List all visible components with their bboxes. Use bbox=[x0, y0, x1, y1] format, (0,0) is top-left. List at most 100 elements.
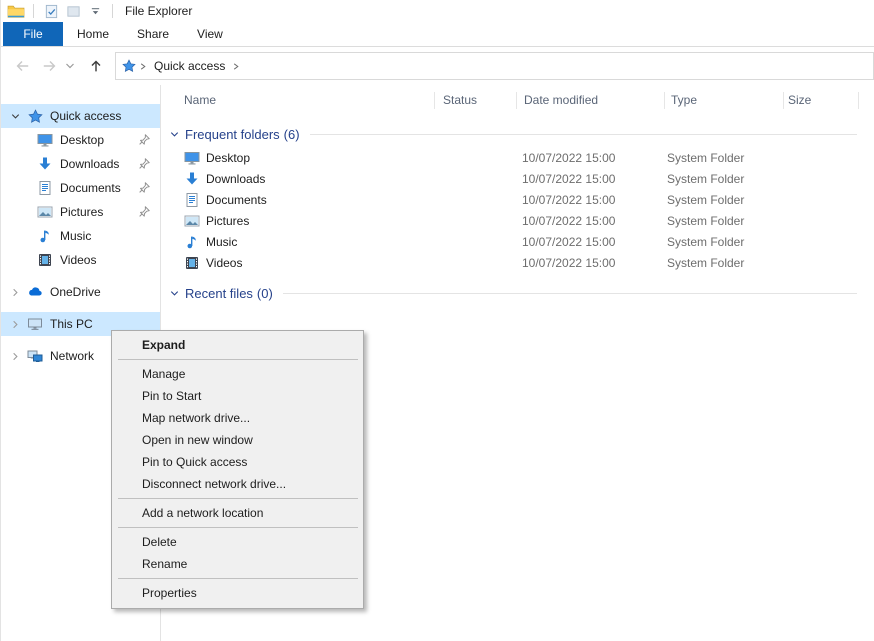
onedrive-icon bbox=[27, 284, 43, 300]
file-type: System Folder bbox=[667, 214, 744, 228]
forward-icon[interactable] bbox=[39, 58, 61, 74]
menu-item-expand[interactable]: Expand bbox=[112, 334, 363, 356]
file-name: Documents bbox=[206, 193, 267, 207]
up-icon[interactable] bbox=[85, 58, 107, 74]
file-row-videos[interactable]: Videos 10/07/2022 15:00 System Folder bbox=[162, 253, 874, 274]
pictures-icon bbox=[184, 213, 200, 229]
chevron-down-icon[interactable] bbox=[169, 129, 180, 140]
pin-icon bbox=[137, 181, 151, 195]
sidebar-item-desktop[interactable]: Desktop bbox=[1, 128, 160, 152]
sidebar-item-label: OneDrive bbox=[50, 285, 101, 299]
properties-icon[interactable] bbox=[42, 2, 60, 20]
column-header-status[interactable]: Status bbox=[443, 93, 477, 107]
file-name: Videos bbox=[206, 256, 242, 270]
menu-item-pin-to-start[interactable]: Pin to Start bbox=[112, 385, 363, 407]
group-header-line bbox=[310, 134, 857, 135]
sidebar-item-videos[interactable]: Videos bbox=[1, 248, 160, 272]
file-type: System Folder bbox=[667, 235, 744, 249]
group-count: (0) bbox=[257, 286, 273, 301]
column-header-date-modified[interactable]: Date modified bbox=[524, 93, 598, 107]
documents-icon bbox=[37, 180, 53, 196]
menu-item-open-in-new-window[interactable]: Open in new window bbox=[112, 429, 363, 451]
column-divider[interactable] bbox=[858, 92, 859, 109]
folder-logo-icon bbox=[7, 2, 25, 20]
sidebar-item-label: Desktop bbox=[60, 133, 104, 147]
sidebar-item-music[interactable]: Music bbox=[1, 224, 160, 248]
column-header-size[interactable]: Size bbox=[788, 93, 811, 107]
new-folder-icon[interactable] bbox=[64, 2, 82, 20]
column-divider[interactable] bbox=[434, 92, 435, 109]
file-date-modified: 10/07/2022 15:00 bbox=[522, 235, 615, 249]
quick-access-star-icon bbox=[27, 108, 43, 124]
chevron-down-icon[interactable] bbox=[169, 288, 180, 299]
chevron-down-icon[interactable] bbox=[8, 111, 22, 122]
sidebar-item-label: Music bbox=[60, 229, 91, 243]
column-divider[interactable] bbox=[664, 92, 665, 109]
chevron-right-icon[interactable] bbox=[8, 319, 22, 330]
menu-separator bbox=[118, 498, 358, 499]
menu-item-rename[interactable]: Rename bbox=[112, 553, 363, 575]
sidebar-item-label: Network bbox=[50, 349, 94, 363]
column-divider[interactable] bbox=[516, 92, 517, 109]
menu-separator bbox=[118, 359, 358, 360]
menu-item-manage[interactable]: Manage bbox=[112, 363, 363, 385]
sidebar-item-documents[interactable]: Documents bbox=[1, 176, 160, 200]
group-header-frequent-folders[interactable]: Frequent folders (6) bbox=[169, 123, 857, 145]
group-title: Frequent folders bbox=[185, 127, 280, 142]
chevron-right-icon[interactable] bbox=[8, 287, 22, 298]
breadcrumb-chevron-icon[interactable] bbox=[139, 62, 147, 71]
file-type: System Folder bbox=[667, 193, 744, 207]
breadcrumb-location[interactable]: Quick access bbox=[154, 59, 225, 73]
menu-item-properties[interactable]: Properties bbox=[112, 582, 363, 604]
menu-item-pin-to-quick-access[interactable]: Pin to Quick access bbox=[112, 451, 363, 473]
group-header-line bbox=[283, 293, 857, 294]
column-header-type[interactable]: Type bbox=[671, 93, 697, 107]
file-row-downloads[interactable]: Downloads 10/07/2022 15:00 System Folder bbox=[162, 169, 874, 190]
file-row-pictures[interactable]: Pictures 10/07/2022 15:00 System Folder bbox=[162, 211, 874, 232]
menu-item-add-a-network-location[interactable]: Add a network location bbox=[112, 502, 363, 524]
customize-qat-arrow-icon[interactable] bbox=[86, 2, 104, 20]
file-type: System Folder bbox=[667, 172, 744, 186]
file-date-modified: 10/07/2022 15:00 bbox=[522, 214, 615, 228]
network-icon bbox=[27, 348, 43, 364]
pin-icon bbox=[137, 157, 151, 171]
file-row-desktop[interactable]: Desktop 10/07/2022 15:00 System Folder bbox=[162, 148, 874, 169]
column-header-name[interactable]: Name bbox=[184, 93, 216, 107]
sidebar-item-pictures[interactable]: Pictures bbox=[1, 200, 160, 224]
breadcrumb-chevron-icon[interactable] bbox=[232, 62, 240, 71]
sidebar-item-label: This PC bbox=[50, 317, 93, 331]
music-icon bbox=[184, 234, 200, 250]
music-icon bbox=[37, 228, 53, 244]
file-date-modified: 10/07/2022 15:00 bbox=[522, 151, 615, 165]
sidebar-item-label: Downloads bbox=[60, 157, 119, 171]
menu-item-map-network-drive[interactable]: Map network drive... bbox=[112, 407, 363, 429]
chevron-right-icon[interactable] bbox=[8, 351, 22, 362]
tab-share[interactable]: Share bbox=[123, 22, 183, 46]
menu-item-disconnect-network-drive[interactable]: Disconnect network drive... bbox=[112, 473, 363, 495]
tab-file[interactable]: File bbox=[3, 22, 63, 46]
file-date-modified: 10/07/2022 15:00 bbox=[522, 172, 615, 186]
sidebar-item-onedrive[interactable]: OneDrive bbox=[1, 280, 160, 304]
file-name: Music bbox=[206, 235, 237, 249]
address-bar[interactable]: Quick access bbox=[115, 52, 874, 80]
tab-home[interactable]: Home bbox=[63, 22, 123, 46]
group-count: (6) bbox=[284, 127, 300, 142]
menu-item-delete[interactable]: Delete bbox=[112, 531, 363, 553]
file-row-music[interactable]: Music 10/07/2022 15:00 System Folder bbox=[162, 232, 874, 253]
videos-icon bbox=[37, 252, 53, 268]
group-header-recent-files[interactable]: Recent files (0) bbox=[169, 282, 857, 304]
desktop-icon bbox=[37, 132, 53, 148]
context-menu: Expand Manage Pin to Start Map network d… bbox=[111, 330, 364, 609]
file-date-modified: 10/07/2022 15:00 bbox=[522, 256, 615, 270]
tab-view[interactable]: View bbox=[183, 22, 237, 46]
column-divider[interactable] bbox=[783, 92, 784, 109]
back-icon[interactable] bbox=[11, 58, 33, 74]
recent-locations-chevron-icon[interactable] bbox=[63, 61, 77, 71]
downloads-icon bbox=[184, 171, 200, 187]
quick-access-star-icon bbox=[122, 59, 136, 73]
navigation-bar: Quick access bbox=[1, 47, 874, 85]
sidebar-item-quick-access[interactable]: Quick access bbox=[1, 104, 160, 128]
desktop-icon bbox=[184, 150, 200, 166]
sidebar-item-downloads[interactable]: Downloads bbox=[1, 152, 160, 176]
file-row-documents[interactable]: Documents 10/07/2022 15:00 System Folder bbox=[162, 190, 874, 211]
